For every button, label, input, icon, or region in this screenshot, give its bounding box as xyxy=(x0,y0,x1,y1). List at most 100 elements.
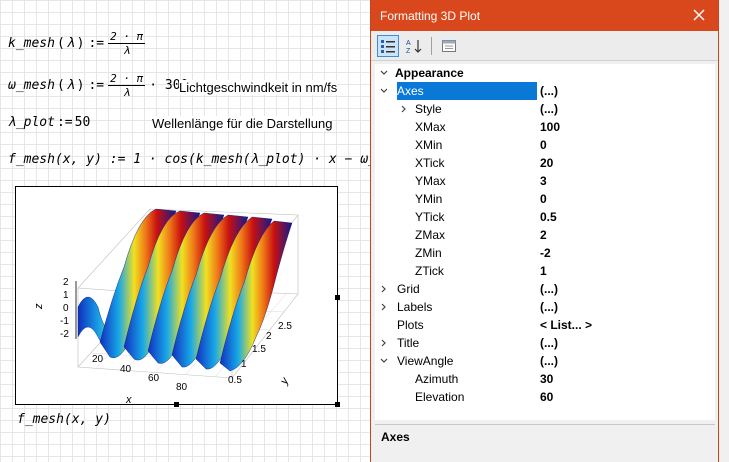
description-title: Axes xyxy=(381,430,410,444)
property-row-xtick[interactable]: XTick 20 xyxy=(375,154,715,172)
chevron-down-icon[interactable] xyxy=(379,356,389,366)
chevron-right-icon[interactable] xyxy=(379,284,389,294)
chevron-right-icon[interactable] xyxy=(399,104,409,114)
property-name: ViewAngle xyxy=(397,354,454,368)
property-name: ZMin xyxy=(415,246,442,260)
z-tick: -2 xyxy=(60,329,69,340)
property-value[interactable]: 20 xyxy=(540,156,553,170)
property-value[interactable]: (...) xyxy=(540,300,558,314)
property-row-ytick[interactable]: YTick 0.5 xyxy=(375,208,715,226)
z-tick: 1 xyxy=(63,290,69,301)
property-value[interactable]: 0.5 xyxy=(540,210,557,224)
formatting-dialog: Formatting 3D Plot A Z Appearance Axes (… xyxy=(370,0,719,462)
note-speed-of-light[interactable]: Lichtgeschwindkeit in nm/fs xyxy=(179,80,338,95)
svg-text:A: A xyxy=(406,40,411,47)
property-name: Style xyxy=(415,102,442,116)
close-icon[interactable] xyxy=(692,8,706,22)
property-row-title[interactable]: Title (...) xyxy=(375,334,715,352)
property-name: Appearance xyxy=(395,66,464,80)
chevron-right-icon[interactable] xyxy=(379,338,389,348)
y-axis-label: y xyxy=(278,374,292,387)
equation-lambda-plot[interactable]: λ_plot:= 50 xyxy=(8,115,90,130)
dialog-toolbar: A Z xyxy=(371,31,718,61)
eq1-assign: := xyxy=(88,36,105,51)
property-value[interactable]: 30 xyxy=(540,372,553,386)
property-value[interactable]: 3 xyxy=(540,174,547,188)
property-row-xmin[interactable]: XMin 0 xyxy=(375,136,715,154)
property-value[interactable]: 0 xyxy=(540,138,547,152)
y-tick: 2 xyxy=(266,331,272,342)
property-name: Azimuth xyxy=(415,372,459,386)
property-row-viewangle[interactable]: ViewAngle (...) xyxy=(375,352,715,370)
property-value[interactable]: 2 xyxy=(540,228,547,242)
property-value[interactable]: -2 xyxy=(540,246,551,260)
property-value[interactable]: (...) xyxy=(540,84,558,98)
eq1-lhs: k_mesh xyxy=(8,36,55,51)
chevron-down-icon[interactable] xyxy=(379,86,389,96)
property-row-zmin[interactable]: ZMin -2 xyxy=(375,244,715,262)
sort-az-icon: A Z xyxy=(406,39,422,54)
property-value[interactable]: 100 xyxy=(540,120,560,134)
property-value[interactable]: < List... > xyxy=(540,318,592,332)
property-row-axes[interactable]: Axes (...) xyxy=(375,82,715,100)
x-tick: 60 xyxy=(148,373,160,384)
property-row-appearance[interactable]: Appearance xyxy=(375,64,715,82)
alphabetical-sort-button[interactable]: A Z xyxy=(403,35,425,57)
property-name: YMin xyxy=(415,192,443,206)
property-value[interactable]: (...) xyxy=(540,282,558,296)
resize-handle-bottom[interactable] xyxy=(174,402,179,407)
x-tick: 20 xyxy=(92,354,104,365)
z-tick: -1 xyxy=(60,316,69,327)
property-row-ymax[interactable]: YMax 3 xyxy=(375,172,715,190)
property-value[interactable]: (...) xyxy=(540,102,558,116)
surface-plot[interactable]: 2 1 0 -1 -2 z 20 40 60 80 x 0.5 1 1.5 2 … xyxy=(15,186,338,405)
equation-f-mesh[interactable]: f_mesh(x, y) := 1 · cos(k_mesh(λ_plot) ·… xyxy=(8,152,370,167)
eq1-numerator: 2 · π xyxy=(108,30,146,44)
z-axis-label: z xyxy=(33,303,45,310)
chevron-right-icon[interactable] xyxy=(379,302,389,312)
svg-text:Z: Z xyxy=(406,48,411,54)
y-tick: 0.5 xyxy=(228,375,242,386)
dialog-titlebar[interactable]: Formatting 3D Plot xyxy=(371,0,718,31)
categorized-icon xyxy=(381,39,395,53)
eq2-assign: := xyxy=(88,78,105,93)
property-value[interactable]: (...) xyxy=(540,336,558,350)
equation-omega-mesh[interactable]: ω_mesh(λ):= 2 · π λ · 300 xyxy=(8,72,190,99)
property-value[interactable]: 1 xyxy=(540,264,547,278)
equation-k-mesh[interactable]: k_mesh(λ):= 2 · πλ xyxy=(8,30,147,57)
y-tick: 1.5 xyxy=(252,344,266,355)
x-tick: 80 xyxy=(176,382,188,393)
property-row-elevation[interactable]: Elevation 60 xyxy=(375,388,715,406)
property-row-zmax[interactable]: ZMax 2 xyxy=(375,226,715,244)
property-value[interactable]: 60 xyxy=(540,390,553,404)
categorized-view-button[interactable] xyxy=(377,34,399,57)
eq2-denominator: λ xyxy=(123,86,130,99)
plot-caption[interactable]: f_mesh(x, y) xyxy=(17,412,111,427)
property-pages-button[interactable] xyxy=(438,35,460,57)
property-value[interactable]: 0 xyxy=(540,192,547,206)
note-wavelength[interactable]: Wellenlänge für die Darstellung xyxy=(152,116,333,131)
description-panel: Axes xyxy=(375,426,715,462)
property-row-xmax[interactable]: XMax 100 xyxy=(375,118,715,136)
resize-handle-right[interactable] xyxy=(335,295,340,300)
property-row-labels[interactable]: Labels (...) xyxy=(375,298,715,316)
worksheet-scrollbar[interactable] xyxy=(719,0,729,462)
property-row-plots[interactable]: Plots < List... > xyxy=(375,316,715,334)
property-row-ymin[interactable]: YMin 0 xyxy=(375,190,715,208)
property-name: XMax xyxy=(415,120,446,134)
property-row-ztick[interactable]: ZTick 1 xyxy=(375,262,715,280)
property-name: ZTick xyxy=(415,264,444,278)
eq1-arg: λ xyxy=(66,36,75,51)
property-row-azimuth[interactable]: Azimuth 30 xyxy=(375,370,715,388)
property-name: XTick xyxy=(415,156,445,170)
property-name: YTick xyxy=(415,210,445,224)
x-axis-label: x xyxy=(125,394,132,405)
eq1-fraction: 2 · πλ xyxy=(108,30,146,57)
resize-handle-corner[interactable] xyxy=(335,402,340,407)
property-row-grid[interactable]: Grid (...) xyxy=(375,280,715,298)
description-divider[interactable] xyxy=(375,424,715,425)
x-tick: 40 xyxy=(120,364,132,375)
chevron-down-icon[interactable] xyxy=(379,68,389,78)
property-row-style[interactable]: Style (...) xyxy=(375,100,715,118)
property-value[interactable]: (...) xyxy=(540,354,558,368)
